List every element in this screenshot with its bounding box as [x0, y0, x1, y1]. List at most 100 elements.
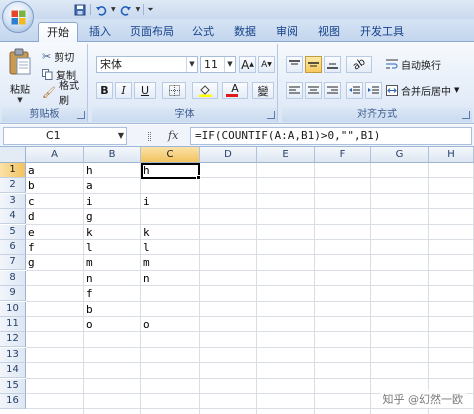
column-header-g[interactable]: G [371, 147, 429, 163]
cell-b1[interactable]: h [84, 163, 141, 178]
align-right-button[interactable] [324, 82, 341, 99]
orientation-button[interactable]: ab [346, 56, 372, 73]
row-header-15[interactable]: 15 [0, 378, 26, 394]
cell-a4[interactable]: d [26, 209, 84, 224]
office-button[interactable] [2, 1, 34, 33]
row-header-2[interactable]: 2 [0, 178, 26, 194]
column-header-d[interactable]: D [200, 147, 257, 163]
wrap-text-button[interactable]: 自动换行 [386, 56, 441, 72]
borders-button[interactable] [162, 82, 186, 99]
cell-b2[interactable]: a [84, 178, 141, 193]
align-center-button[interactable] [305, 82, 322, 99]
column-header-h[interactable]: H [429, 147, 474, 163]
row-header-4[interactable]: 4 [0, 209, 26, 225]
merge-dropdown-icon[interactable]: ▼ [454, 86, 459, 94]
font-size-dropdown-icon[interactable]: ▼ [224, 57, 235, 72]
cell-c6[interactable]: l [141, 240, 200, 255]
tab-view[interactable]: 视图 [314, 22, 344, 42]
column-header-c[interactable]: C [141, 147, 200, 163]
save-icon[interactable] [73, 3, 87, 17]
redo-dropdown-icon[interactable]: ▼ [136, 6, 141, 13]
cell-a2[interactable]: b [26, 178, 84, 193]
cell-c11[interactable]: o [141, 317, 200, 332]
column-header-e[interactable]: E [257, 147, 315, 163]
decrease-indent-button[interactable] [346, 82, 363, 99]
align-middle-button[interactable] [305, 56, 322, 73]
cell-a3[interactable]: c [26, 194, 84, 209]
align-left-button[interactable] [286, 82, 303, 99]
increase-indent-button[interactable] [365, 82, 382, 99]
undo-dropdown-icon[interactable]: ▼ [111, 6, 116, 13]
cell-b11[interactable]: o [84, 317, 141, 332]
undo-icon[interactable] [94, 3, 108, 17]
cell-b4[interactable]: g [84, 209, 141, 224]
row-header-13[interactable]: 13 [0, 347, 26, 363]
insert-function-icon[interactable]: fx [168, 129, 178, 142]
grow-font-button[interactable]: A ▲ [239, 56, 256, 73]
tab-data[interactable]: 数据 [230, 22, 260, 42]
bold-button[interactable]: B [96, 82, 113, 99]
row-header-3[interactable]: 3 [0, 193, 26, 209]
font-launcher-icon[interactable] [267, 111, 275, 119]
formula-input[interactable]: =IF(COUNTIF(A:A,B1)>0,"",B1) [190, 127, 472, 145]
row-header-16[interactable]: 16 [0, 394, 26, 409]
font-name-dropdown-icon[interactable]: ▼ [186, 57, 197, 72]
row-header-5[interactable]: 5 [0, 224, 26, 240]
format-painter-button[interactable]: 🖌 格式刷 [42, 81, 87, 107]
cell-b3[interactable]: i [84, 194, 141, 209]
customize-qat-icon[interactable]: ⏷ [147, 5, 153, 14]
row-header-10[interactable]: 10 [0, 301, 26, 317]
paste-dropdown-icon[interactable]: ▼ [6, 96, 34, 104]
cell-b8[interactable]: n [84, 271, 141, 286]
font-size-select[interactable]: 11 ▼ [200, 56, 236, 73]
tab-home[interactable]: 开始 [38, 22, 78, 42]
clipboard-launcher-icon[interactable] [77, 111, 85, 119]
column-header-f[interactable]: F [315, 147, 371, 163]
row-header-14[interactable]: 14 [0, 363, 26, 379]
underline-button[interactable]: U [134, 82, 156, 99]
align-top-button[interactable] [286, 56, 303, 73]
fill-handle[interactable] [196, 175, 201, 180]
tab-page-layout[interactable]: 页面布局 [126, 22, 178, 42]
italic-button[interactable]: I [115, 82, 132, 99]
fill-color-button[interactable] [192, 82, 218, 99]
column-header-b[interactable]: B [84, 147, 141, 163]
tab-formulas[interactable]: 公式 [188, 22, 218, 42]
cell-c7[interactable]: m [141, 255, 200, 270]
cell-c1[interactable]: h [141, 163, 200, 178]
formula-bar-splitter[interactable] [148, 132, 151, 141]
name-box-dropdown-icon[interactable]: ▼ [118, 128, 124, 144]
column-header-a[interactable]: A [26, 147, 84, 163]
cell-b5[interactable]: k [84, 225, 141, 240]
cell-a1[interactable]: a [26, 163, 84, 178]
cell-b6[interactable]: l [84, 240, 141, 255]
align-bottom-button[interactable] [324, 56, 341, 73]
cell-b7[interactable]: m [84, 255, 141, 270]
row-header-11[interactable]: 11 [0, 317, 26, 332]
row-header-7[interactable]: 7 [0, 255, 26, 271]
redo-icon[interactable] [119, 3, 133, 17]
select-all-corner[interactable] [0, 147, 26, 163]
cell-b10[interactable]: b [84, 302, 141, 317]
row-header-6[interactable]: 6 [0, 240, 26, 255]
tab-developer[interactable]: 开发工具 [356, 22, 408, 42]
cell-c8[interactable]: n [141, 271, 200, 286]
worksheet-grid[interactable]: ABCDEFGH 1 2 3 4 5 6 7 8 9 10 11 12 13 14 15 16 abcdefg… [0, 147, 474, 414]
cell-b9[interactable]: f [84, 286, 141, 301]
row-header-1[interactable]: 1 [0, 163, 26, 178]
shrink-font-button[interactable]: A ▼ [258, 56, 275, 73]
row-header-8[interactable]: 8 [0, 270, 26, 286]
cut-button[interactable]: ✂ 剪切 [42, 48, 74, 64]
name-box[interactable]: C1 ▼ [3, 127, 127, 145]
tab-review[interactable]: 审阅 [272, 22, 302, 42]
row-header-9[interactable]: 9 [0, 286, 26, 302]
phonetic-button[interactable]: 變 [252, 82, 274, 99]
cell-c5[interactable]: k [141, 225, 200, 240]
cell-a7[interactable]: g [26, 255, 84, 270]
cell-a5[interactable]: e [26, 225, 84, 240]
tab-insert[interactable]: 插入 [84, 22, 116, 42]
cell-c3[interactable]: i [141, 194, 200, 209]
cell-a6[interactable]: f [26, 240, 84, 255]
alignment-launcher-icon[interactable] [462, 111, 470, 119]
font-color-button[interactable]: A [222, 82, 248, 99]
